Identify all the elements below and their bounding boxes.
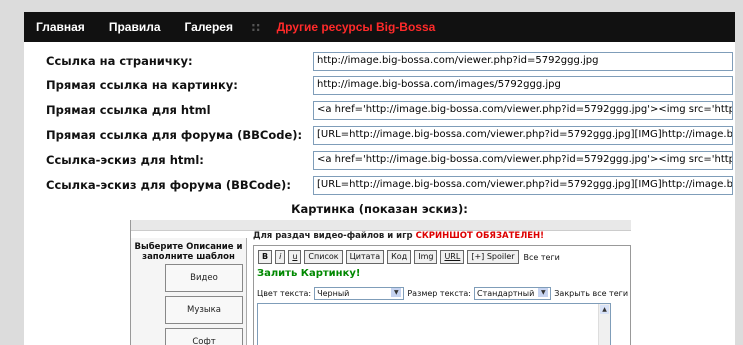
scroll-up-icon: ▲ bbox=[600, 305, 609, 314]
link-label: Ссылка-эскиз для форума (BBCode): bbox=[46, 178, 291, 192]
link-field-html[interactable]: <a href='http://image.big-bossa.com/view… bbox=[313, 101, 733, 120]
nav-home-link[interactable]: Главная bbox=[36, 20, 85, 34]
link-label: Ссылка-эскиз для html: bbox=[46, 153, 204, 167]
link-field-thumb-html[interactable]: <a href='http://image.big-bossa.com/view… bbox=[313, 151, 733, 170]
code-button: Код bbox=[387, 250, 412, 264]
message-textarea: ▲ bbox=[257, 303, 611, 345]
text-size-select: Стандартный ▼ bbox=[474, 286, 552, 300]
editor-toolbar: B i u Список Цитата Код Img URL [+] Spoi… bbox=[258, 250, 560, 264]
video-template-button: Видео bbox=[165, 264, 243, 292]
italic-button: i bbox=[275, 250, 286, 264]
link-field-thumb-bbcode[interactable]: [URL=http://image.big-bossa.com/viewer.p… bbox=[313, 176, 733, 195]
chevron-down-icon: ▼ bbox=[538, 287, 549, 297]
link-field-page[interactable]: http://image.big-bossa.com/viewer.php?id… bbox=[313, 52, 733, 71]
editor-panel: B i u Список Цитата Код Img URL [+] Spoi… bbox=[253, 245, 631, 345]
close-all-tags-label: Закрыть все теги bbox=[554, 288, 629, 298]
textarea-scrollbar: ▲ bbox=[598, 304, 610, 345]
thumbnail-top-strip bbox=[131, 220, 631, 231]
link-field-direct[interactable]: http://image.big-bossa.com/images/5792gg… bbox=[313, 76, 733, 95]
page-frame: Главная Правила Галерея :: Другие ресурс… bbox=[24, 12, 735, 345]
link-field-bbcode[interactable]: [URL=http://image.big-bossa.com/viewer.p… bbox=[313, 126, 733, 145]
link-label: Прямая ссылка для форума (BBCode): bbox=[46, 128, 303, 142]
text-size-value: Стандартный bbox=[477, 288, 535, 298]
chevron-down-icon: ▼ bbox=[391, 287, 402, 297]
thumbnail-image[interactable]: Для раздач видео-файлов и игр СКРИНШОТ О… bbox=[130, 220, 631, 345]
link-label: Ссылка на страничку: bbox=[46, 54, 193, 68]
software-template-button: Софт bbox=[165, 328, 243, 345]
text-color-select: Черный ▼ bbox=[314, 286, 405, 300]
sidebar-heading: Выберите Описание и заполните шаблон bbox=[134, 242, 243, 262]
template-sidebar: Выберите Описание и заполните шаблон Вид… bbox=[131, 238, 247, 345]
screenshot-warning: Для раздач видео-файлов и игр СКРИНШОТ О… bbox=[253, 231, 544, 241]
link-row-html: Прямая ссылка для html <a href='http://i… bbox=[46, 101, 736, 123]
bold-button: B bbox=[258, 250, 273, 264]
underline-button: u bbox=[288, 250, 302, 264]
top-nav: Главная Правила Галерея :: Другие ресурс… bbox=[24, 12, 735, 42]
url-button: URL bbox=[440, 250, 465, 264]
text-size-label: Размер текста: bbox=[407, 288, 471, 298]
link-row-thumb-bbcode: Ссылка-эскиз для форума (BBCode): [URL=h… bbox=[46, 176, 736, 198]
img-button: Img bbox=[414, 250, 438, 264]
link-label: Прямая ссылка на картинку: bbox=[46, 78, 238, 92]
text-color-value: Черный bbox=[317, 288, 350, 298]
link-row-page: Ссылка на страничку: http://image.big-bo… bbox=[46, 52, 736, 74]
nav-gallery-link[interactable]: Галерея bbox=[185, 20, 233, 34]
upload-image-label: Залить Картинку! bbox=[257, 268, 361, 279]
nav-external-resources-link[interactable]: Другие ресурсы Big-Bossa bbox=[277, 20, 436, 34]
list-button: Список bbox=[304, 250, 343, 264]
text-color-label: Цвет текста: bbox=[257, 288, 312, 298]
nav-rules-link[interactable]: Правила bbox=[109, 20, 161, 34]
link-label: Прямая ссылка для html bbox=[46, 103, 211, 117]
link-row-bbcode: Прямая ссылка для форума (BBCode): [URL=… bbox=[46, 126, 736, 148]
quote-button: Цитата bbox=[345, 250, 385, 264]
warning-red-text: СКРИНШОТ ОБЯЗАТЕЛЕН! bbox=[415, 231, 545, 241]
text-options-row: Цвет текста: Черный ▼ Размер текста: Стан… bbox=[257, 286, 629, 300]
link-row-direct: Прямая ссылка на картинку: http://image.… bbox=[46, 76, 736, 98]
spoiler-button: [+] Spoiler bbox=[467, 250, 519, 264]
thumbnail-caption: Картинка (показан эскиз): bbox=[291, 202, 468, 216]
all-tags-label: Все теги bbox=[523, 252, 560, 262]
music-template-button: Музыка bbox=[165, 296, 243, 324]
link-row-thumb-html: Ссылка-эскиз для html: <a href='http://i… bbox=[46, 151, 736, 173]
warning-text: Для раздач видео-файлов и игр bbox=[253, 231, 416, 241]
nav-separator: :: bbox=[250, 20, 261, 34]
